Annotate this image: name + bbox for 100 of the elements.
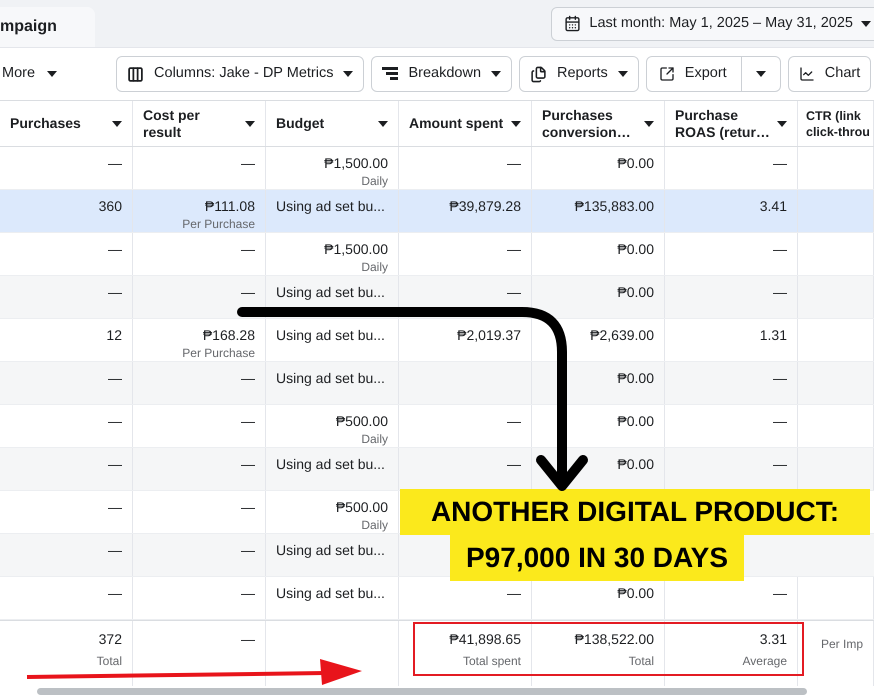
cell-value: — xyxy=(108,241,122,258)
export-button-group[interactable]: Export xyxy=(646,56,781,92)
cell-caption: Total spent xyxy=(462,654,521,669)
column-header[interactable]: Amount spent xyxy=(399,101,532,146)
table-row[interactable]: — — ₱1,500.00 Daily — ₱0.00 — xyxy=(0,233,874,276)
calendar-icon xyxy=(564,15,582,32)
date-range-button[interactable]: Last month: May 1, 2025 – May 31, 2025 xyxy=(551,6,874,40)
cell-value: — xyxy=(108,413,122,430)
cell-value: — xyxy=(241,499,255,516)
budget-text: Using ad set bu... xyxy=(276,370,385,387)
cell-value: ₱1,500.00 xyxy=(324,241,388,258)
cell-value: — xyxy=(241,155,255,172)
table-row[interactable]: — — ₱1,500.00 Daily — ₱0.00 — xyxy=(0,147,874,190)
cell-value: — xyxy=(773,370,787,387)
toolbar-button[interactable]: Chart xyxy=(788,56,872,92)
cell-value: ₱135,883.00 xyxy=(574,198,654,215)
toolbar-button[interactable]: Columns: Jake - DP Metrics xyxy=(116,56,364,92)
cell-value: ₱0.00 xyxy=(617,456,654,473)
total-value: ₱41,898.65 xyxy=(449,631,521,648)
table-row[interactable]: — — Using ad set bu... — ₱0.00 — xyxy=(0,577,874,620)
export-button[interactable]: Export xyxy=(646,57,742,91)
cell-value: — xyxy=(773,155,787,172)
campaign-tab[interactable]: mpaign xyxy=(0,7,95,47)
column-header[interactable]: Purchase ROAS (retur… xyxy=(665,101,798,146)
cell-value: — xyxy=(108,155,122,172)
cell-value: — xyxy=(108,585,122,602)
cell-value: ₱0.00 xyxy=(617,241,654,258)
total-value: ₱138,522.00 xyxy=(574,631,654,648)
table-row[interactable]: 360 ₱111.08 Per Purchase Using ad set bu... ₱39,879.28 ₱135,883.00 3.41 xyxy=(0,190,874,233)
caret-icon xyxy=(112,120,122,126)
cell-value: — xyxy=(773,585,787,602)
table-row[interactable]: — — ₱500.00 Daily xyxy=(0,491,399,534)
budget-text: Using ad set bu... xyxy=(276,284,385,301)
budget-text: Using ad set bu... xyxy=(276,542,385,559)
total-value: — xyxy=(241,631,255,648)
columns-icon xyxy=(127,66,144,82)
more-button[interactable]: More xyxy=(2,63,58,85)
cell-value: — xyxy=(108,542,122,559)
table-row[interactable]: — — Using ad set bu... — ₱0.00 — xyxy=(0,276,874,319)
cell-value: ₱0.00 xyxy=(617,413,654,430)
cell-value: — xyxy=(507,155,521,172)
cell-value: ₱0.00 xyxy=(617,585,654,602)
scrollbar[interactable] xyxy=(37,688,807,695)
table-row[interactable]: — — Using ad set bu... ₱0.00 — xyxy=(0,362,874,405)
cell-value: ₱0.00 xyxy=(617,155,654,172)
budget-text: Using ad set bu... xyxy=(276,456,385,473)
cell-value: — xyxy=(507,456,521,473)
cell-caption: Daily xyxy=(361,518,388,533)
cell-value: — xyxy=(241,370,255,387)
cell-value: 12 xyxy=(106,327,122,344)
cell-value: — xyxy=(507,241,521,258)
cell-value: ₱0.00 xyxy=(617,284,654,301)
cell-value: — xyxy=(507,284,521,301)
chart-icon xyxy=(798,66,815,82)
total-value: 3.31 xyxy=(760,631,787,648)
cell-caption: Daily xyxy=(361,432,388,447)
cell-value: ₱500.00 xyxy=(336,413,388,430)
caret-icon xyxy=(47,71,58,77)
cell-value: — xyxy=(773,284,787,301)
cell-value: — xyxy=(241,585,255,602)
cell-value: ₱1,500.00 xyxy=(324,155,388,172)
cell-value: — xyxy=(108,370,122,387)
table-row[interactable]: — — Using ad set bu... — ₱0.00 — xyxy=(0,448,874,491)
caret-icon xyxy=(644,120,654,126)
caret-icon xyxy=(491,71,502,77)
budget-text: Using ad set bu... xyxy=(276,198,385,215)
cell-caption: Daily xyxy=(361,260,388,275)
budget-text: Using ad set bu... xyxy=(276,327,385,344)
cell-value: — xyxy=(773,456,787,473)
column-header[interactable]: Cost per result xyxy=(133,101,266,146)
table-row[interactable]: — — ₱500.00 Daily — ₱0.00 — xyxy=(0,405,874,448)
cell-value: ₱2,639.00 xyxy=(590,327,654,344)
cell-value: — xyxy=(241,241,255,258)
caret-icon xyxy=(618,71,628,77)
column-header[interactable]: Purchases conversion… xyxy=(532,101,665,146)
table-row[interactable]: 12 ₱168.28 Per Purchase Using ad set bu... ₱2,019.37 ₱2,639.00 1.31 xyxy=(0,319,874,362)
table-row[interactable]: — — Using ad set bu... xyxy=(0,534,399,577)
cell-caption: Per Purchase xyxy=(182,217,255,232)
cell-value: — xyxy=(108,456,122,473)
caret-icon xyxy=(343,71,354,77)
cell-value: — xyxy=(108,499,122,516)
cell-value: — xyxy=(241,456,255,473)
toolbar-button[interactable]: Breakdown xyxy=(371,56,512,92)
column-header[interactable]: Purchases xyxy=(0,101,133,146)
budget-text: Using ad set bu... xyxy=(276,585,385,602)
cell-value: — xyxy=(241,413,255,430)
documents-icon xyxy=(530,66,548,82)
cell-value: — xyxy=(773,241,787,258)
caption-banner: P97,000 IN 30 DAYS xyxy=(450,535,744,581)
cell-value: ₱0.00 xyxy=(617,370,654,387)
cell-caption: Daily xyxy=(361,174,388,189)
column-header[interactable]: CTR (link click-throu xyxy=(798,101,874,146)
column-header[interactable]: Budget xyxy=(266,101,399,146)
cell-caption: Total xyxy=(628,654,654,669)
toolbar-button[interactable]: Reports xyxy=(519,56,639,92)
bars-icon xyxy=(382,67,398,81)
total-value: 372 xyxy=(98,631,122,648)
caret-icon xyxy=(511,120,521,126)
cell-caption: Total xyxy=(96,654,122,669)
cell-value: 1.31 xyxy=(760,327,787,344)
